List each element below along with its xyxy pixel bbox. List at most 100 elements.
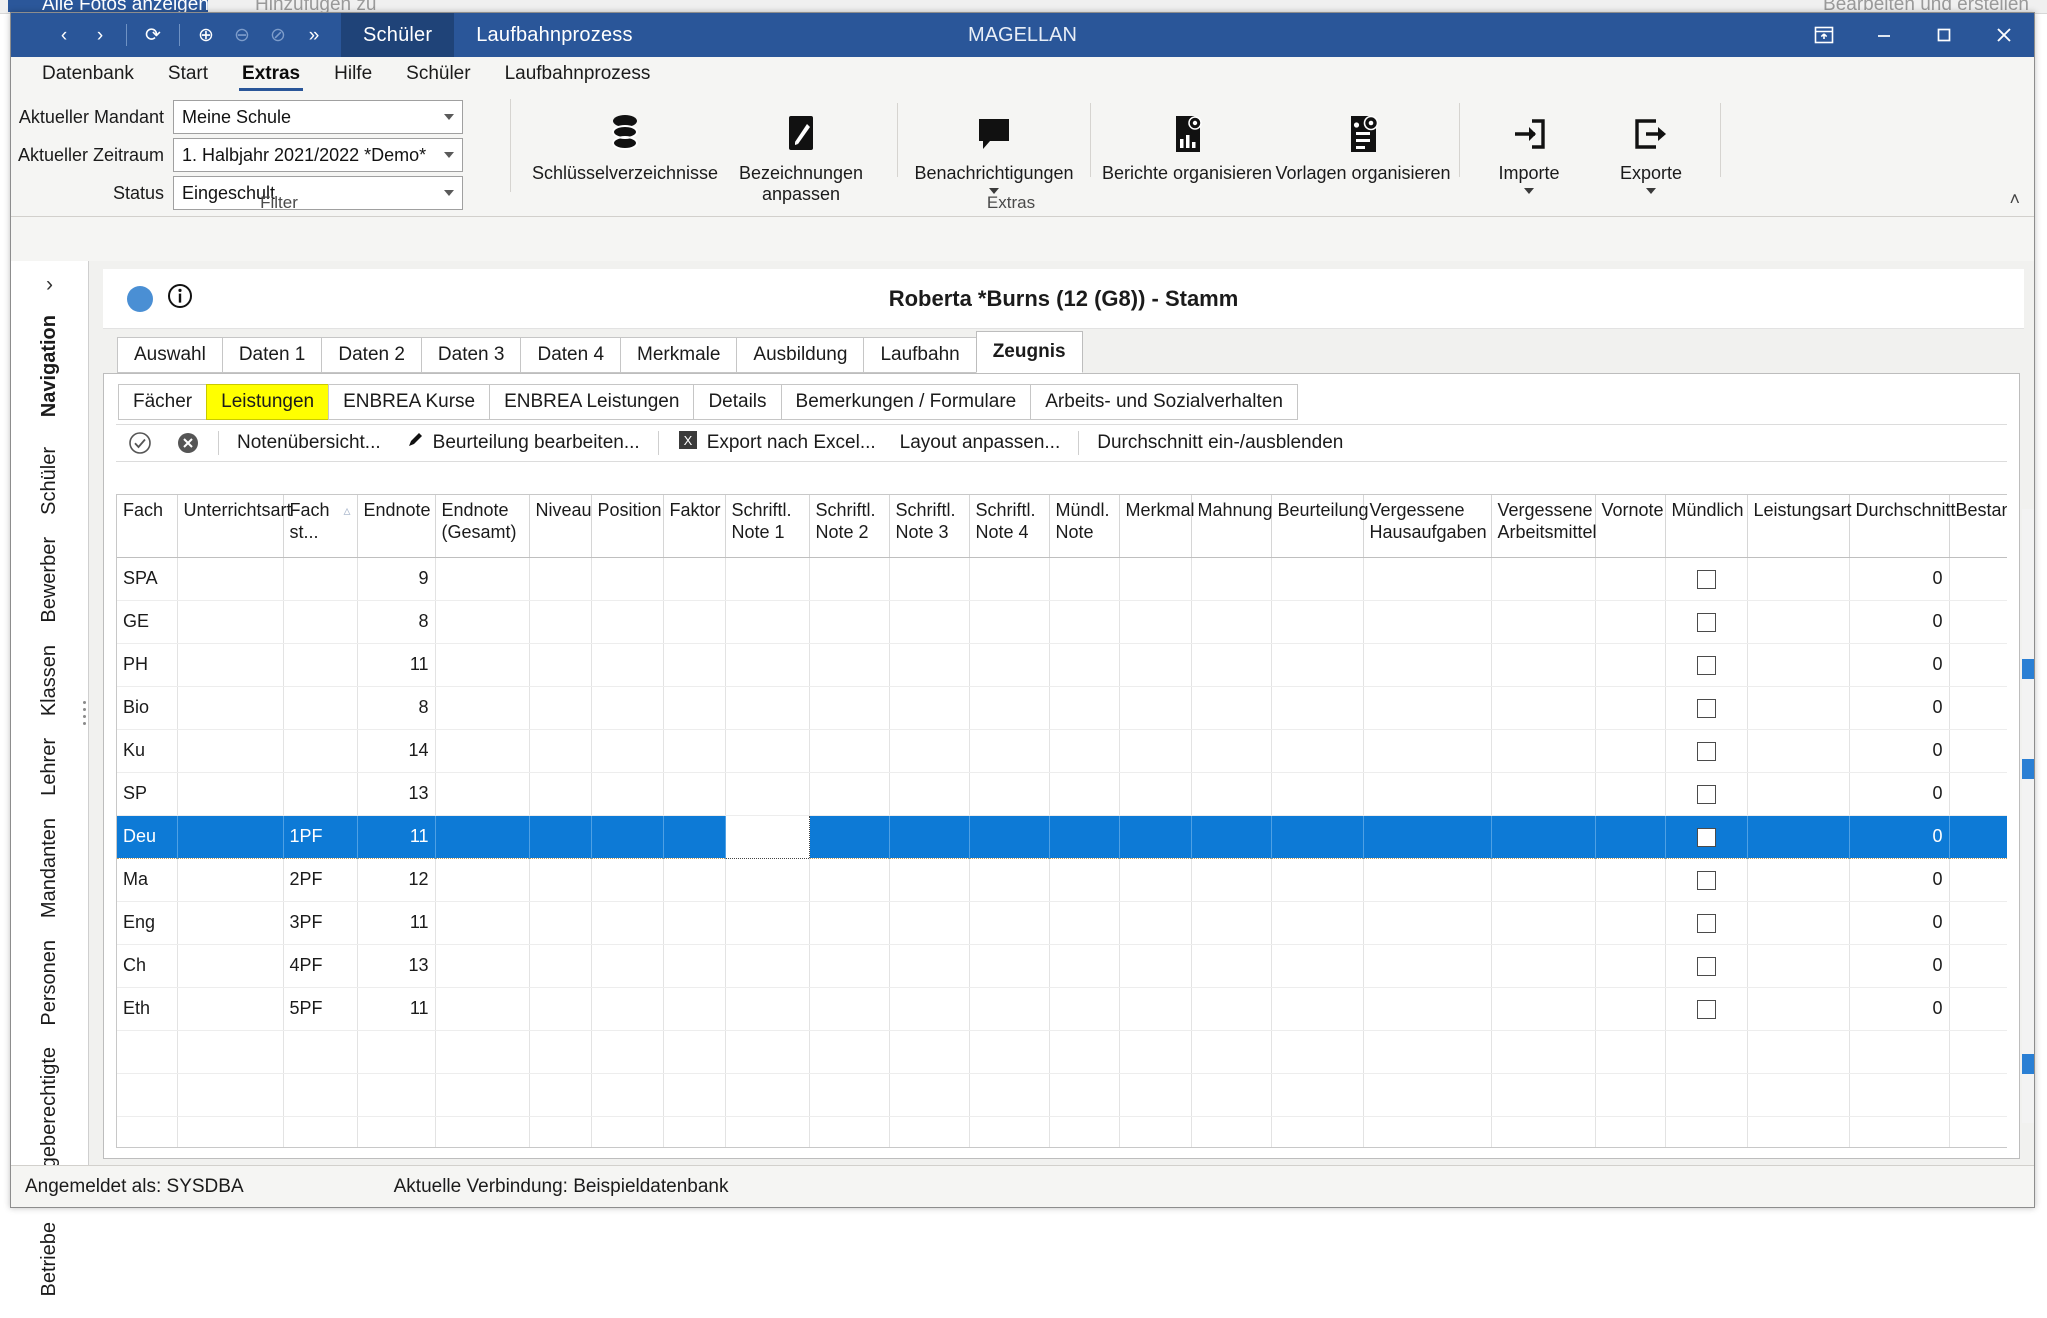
cell-merkmal[interactable] <box>1119 557 1192 601</box>
cell-schriftl2[interactable] <box>809 686 890 730</box>
tab-merkmale[interactable]: Merkmale <box>620 337 737 373</box>
cell-muendl[interactable] <box>1049 858 1120 902</box>
restore-down-icon[interactable] <box>1794 13 1854 57</box>
cell-mahnung[interactable] <box>1191 858 1272 902</box>
cell-fach[interactable]: GE <box>117 600 178 644</box>
cell-verg_arbeitsmittel[interactable] <box>1491 858 1596 902</box>
cell-verg_hausaufgaben[interactable] <box>1363 772 1492 816</box>
confirm-icon[interactable]: ⊘ <box>261 18 295 52</box>
cell-niveau[interactable] <box>529 944 592 988</box>
cell-endnote[interactable]: 11 <box>357 901 436 945</box>
cell-position[interactable] <box>591 772 664 816</box>
cell-durchschnitt[interactable]: 0 <box>1849 944 1950 988</box>
cell-unterrichtsart[interactable] <box>177 772 284 816</box>
cell-beurteilung[interactable] <box>1271 858 1364 902</box>
tab-zeugnis[interactable]: Zeugnis <box>975 331 1083 373</box>
cell-position[interactable] <box>591 944 664 988</box>
column-header-merkmal[interactable]: Merkmal <box>1119 495 1195 558</box>
cell-durchschnitt[interactable]: 0 <box>1849 987 1950 1031</box>
context-tab-schueler[interactable]: Schüler <box>341 13 455 57</box>
cell-unterrichtsart[interactable] <box>177 814 284 859</box>
cell-muendl[interactable] <box>1049 729 1120 773</box>
cell-faktor[interactable] <box>663 944 726 988</box>
cell-verg_hausaufgaben[interactable] <box>1363 944 1492 988</box>
cell-endnote_gesamt[interactable] <box>435 901 530 945</box>
cell-verg_hausaufgaben[interactable] <box>1363 814 1492 859</box>
cell-endnote_gesamt[interactable] <box>435 686 530 730</box>
cell-leistungsart[interactable] <box>1747 858 1850 902</box>
cell-schriftl1[interactable] <box>725 686 810 730</box>
button-bezeichnungen-anpassen[interactable]: Bezeichnungen anpassen <box>713 97 889 205</box>
cell-mahnung[interactable] <box>1191 600 1272 644</box>
cell-endnote[interactable]: 11 <box>357 643 436 687</box>
cell-fach[interactable]: Ch <box>117 944 178 988</box>
cell-endnote[interactable]: 9 <box>357 557 436 601</box>
cell-niveau[interactable] <box>529 600 592 644</box>
cell-schriftl3[interactable] <box>889 901 970 945</box>
cell-verg_arbeitsmittel[interactable] <box>1491 901 1596 945</box>
cell-schriftl2[interactable] <box>809 643 890 687</box>
cell-durchschnitt[interactable]: 0 <box>1849 858 1950 902</box>
cell-leistungsart[interactable] <box>1747 901 1850 945</box>
column-header-position[interactable]: Position <box>591 495 664 558</box>
ribbon-tab-start[interactable]: Start <box>151 61 225 91</box>
cell-bestanden[interactable] <box>1949 772 2007 816</box>
cell-schriftl3[interactable] <box>889 600 970 644</box>
cell-merkmal[interactable] <box>1119 814 1192 859</box>
cell-schriftl2[interactable] <box>809 944 890 988</box>
cell-schriftl2[interactable] <box>809 772 890 816</box>
cell-leistungsart[interactable] <box>1747 686 1850 730</box>
cell-bestanden[interactable] <box>1949 901 2007 945</box>
column-header-endnote_gesamt[interactable]: Endnote (Gesamt) <box>435 495 530 558</box>
cell-schriftl1[interactable] <box>725 643 810 687</box>
cell-merkmal[interactable] <box>1119 858 1192 902</box>
cell-bestanden[interactable] <box>1949 944 2007 988</box>
checkbox-muendlich[interactable] <box>1696 655 1716 675</box>
cell-muendl[interactable] <box>1049 600 1120 644</box>
checkbox-muendlich[interactable] <box>1696 827 1716 847</box>
cell-unterrichtsart[interactable] <box>177 729 284 773</box>
tab-daten-4[interactable]: Daten 4 <box>520 337 621 373</box>
tab-daten-3[interactable]: Daten 3 <box>420 337 521 373</box>
cell-durchschnitt[interactable]: 0 <box>1849 686 1950 730</box>
post-record-button[interactable] <box>116 424 164 462</box>
cell-schriftl2[interactable] <box>809 729 890 773</box>
cell-niveau[interactable] <box>529 814 592 859</box>
cell-position[interactable] <box>591 901 664 945</box>
cell-leistungsart[interactable] <box>1747 729 1850 773</box>
cell-endnote_gesamt[interactable] <box>435 643 530 687</box>
cell-endnote_gesamt[interactable] <box>435 557 530 601</box>
cell-fachstatus[interactable] <box>283 686 358 730</box>
cell-fachstatus[interactable]: 3PF <box>283 901 358 945</box>
close-icon[interactable] <box>1974 13 2034 57</box>
cell-muendlich_cb[interactable] <box>1665 600 1748 644</box>
cell-leistungsart[interactable] <box>1747 987 1850 1031</box>
cell-schriftl4[interactable] <box>969 686 1050 730</box>
button-exporte[interactable]: Exporte <box>1590 97 1712 195</box>
cell-schriftl1[interactable] <box>725 987 810 1031</box>
cell-mahnung[interactable] <box>1191 643 1272 687</box>
column-header-leistungsart[interactable]: Leistungsart <box>1747 495 1852 558</box>
cell-endnote_gesamt[interactable] <box>435 772 530 816</box>
cell-schriftl3[interactable] <box>889 772 970 816</box>
cell-schriftl3[interactable] <box>889 686 970 730</box>
tab-auswahl[interactable]: Auswahl <box>117 337 222 373</box>
subtab-enbrea-leistungen[interactable]: ENBREA Leistungen <box>489 384 694 420</box>
minimize-icon[interactable] <box>1854 13 1914 57</box>
cell-mahnung[interactable] <box>1191 557 1272 601</box>
cell-vornote[interactable] <box>1595 686 1666 730</box>
cell-merkmal[interactable] <box>1119 686 1192 730</box>
cell-fach[interactable]: SP <box>117 772 178 816</box>
cell-fachstatus[interactable] <box>283 772 358 816</box>
cell-muendlich_cb[interactable] <box>1665 729 1748 773</box>
cell-vornote[interactable] <box>1595 814 1666 859</box>
cell-schriftl1[interactable] <box>725 600 810 644</box>
cell-beurteilung[interactable] <box>1271 729 1364 773</box>
cell-endnote_gesamt[interactable] <box>435 987 530 1031</box>
table-row[interactable]: Eth 5PF 11 0 <box>117 987 2007 1031</box>
context-tab-laufbahnprozess[interactable]: Laufbahnprozess <box>454 13 654 57</box>
cell-position[interactable] <box>591 686 664 730</box>
chevron-down-icon[interactable] <box>1646 188 1656 195</box>
cell-mahnung[interactable] <box>1191 944 1272 988</box>
cell-faktor[interactable] <box>663 858 726 902</box>
